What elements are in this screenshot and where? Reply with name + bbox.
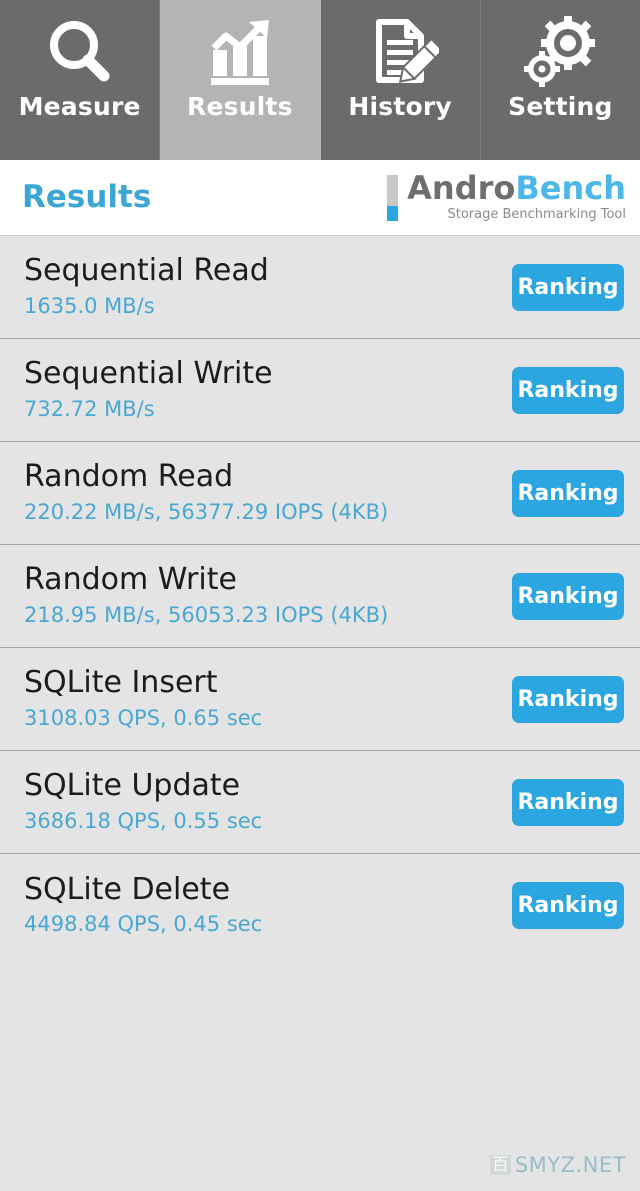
ranking-button[interactable]: Ranking <box>512 778 624 826</box>
result-row-random-write[interactable]: Random Write 218.95 MB/s, 56053.23 IOPS … <box>0 545 640 648</box>
result-name: SQLite Delete <box>24 871 231 907</box>
page-header: Results AndroBench Storage Benchmarking … <box>0 160 640 236</box>
result-value: 1635.0 MB/s <box>24 293 155 318</box>
ranking-button[interactable]: Ranking <box>512 366 624 414</box>
androbench-logo: AndroBench Storage Benchmarking Tool <box>387 172 626 222</box>
result-name: Sequential Write <box>24 356 273 392</box>
result-texts: Sequential Read 1635.0 MB/s <box>24 254 269 320</box>
result-name: SQLite Insert <box>24 665 218 701</box>
androbench-app: Measure Results History Setting Results … <box>0 0 640 1191</box>
result-value: 220.22 MB/s, 56377.29 IOPS (4KB) <box>24 499 389 524</box>
logo-wordmark: AndroBench <box>407 172 626 206</box>
result-name: SQLite Update <box>24 768 241 804</box>
logo-bench-text: Bench <box>515 169 626 208</box>
result-row-random-read[interactable]: Random Read 220.22 MB/s, 56377.29 IOPS (… <box>0 442 640 545</box>
watermark-badge-icon: 百 <box>489 1155 511 1175</box>
tab-measure-label: Measure <box>18 92 141 121</box>
ranking-button[interactable]: Ranking <box>512 263 624 311</box>
main-tabbar: Measure Results History Setting <box>0 0 640 160</box>
result-name: Random Write <box>24 562 237 598</box>
page-title: Results <box>22 179 152 215</box>
result-row-sequential-write[interactable]: Sequential Write 732.72 MB/s Ranking <box>0 339 640 442</box>
tab-history[interactable]: History <box>320 0 481 160</box>
ranking-button[interactable]: Ranking <box>512 572 624 620</box>
result-name: Random Read <box>24 459 234 495</box>
result-texts: SQLite Insert 3108.03 QPS, 0.65 sec <box>24 666 262 732</box>
result-value: 3108.03 QPS, 0.65 sec <box>24 705 263 730</box>
logo-bar-top-segment <box>387 175 399 207</box>
tab-setting-label: Setting <box>508 92 613 121</box>
result-value: 4498.84 QPS, 0.45 sec <box>24 912 263 937</box>
result-texts: Sequential Write 732.72 MB/s <box>24 357 273 423</box>
watermark-text: SMYZ.NET <box>514 1152 626 1177</box>
result-value: 732.72 MB/s <box>24 396 155 421</box>
result-name: Sequential Read <box>24 253 269 289</box>
result-texts: Random Read 220.22 MB/s, 56377.29 IOPS (… <box>24 460 388 526</box>
result-row-sqlite-update[interactable]: SQLite Update 3686.18 QPS, 0.55 sec Rank… <box>0 751 640 854</box>
result-row-sequential-read[interactable]: Sequential Read 1635.0 MB/s Ranking <box>0 236 640 339</box>
tab-results[interactable]: Results <box>160 0 321 160</box>
ranking-button[interactable]: Ranking <box>512 882 624 929</box>
tab-results-label: Results <box>187 92 293 121</box>
document-pencil-icon <box>361 14 440 92</box>
tab-measure[interactable]: Measure <box>0 0 161 160</box>
result-value: 218.95 MB/s, 56053.23 IOPS (4KB) <box>24 602 389 627</box>
bar-chart-trend-icon <box>201 14 279 92</box>
ranking-button[interactable]: Ranking <box>512 469 624 517</box>
logo-bar-bottom-segment <box>387 206 399 222</box>
magnifier-icon <box>41 14 119 92</box>
result-texts: Random Write 218.95 MB/s, 56053.23 IOPS … <box>24 563 388 629</box>
ranking-button[interactable]: Ranking <box>512 675 624 723</box>
tab-setting[interactable]: Setting <box>480 0 640 160</box>
footer-area: 百 SMYZ.NET <box>0 1139 640 1191</box>
result-texts: SQLite Delete 4498.84 QPS, 0.45 sec <box>24 871 263 939</box>
logo-subtitle: Storage Benchmarking Tool <box>447 207 626 222</box>
logo-andro-text: Andro <box>407 169 516 208</box>
result-row-sqlite-delete[interactable]: SQLite Delete 4498.84 QPS, 0.45 sec Rank… <box>0 854 640 957</box>
results-list: Sequential Read 1635.0 MB/s Ranking Sequ… <box>0 236 640 1139</box>
tab-history-label: History <box>348 92 452 121</box>
watermark: 百 SMYZ.NET <box>489 1152 626 1177</box>
gears-icon <box>521 14 599 92</box>
logo-bar-icon <box>387 175 399 222</box>
logo-text-group: AndroBench Storage Benchmarking Tool <box>407 172 626 222</box>
result-texts: SQLite Update 3686.18 QPS, 0.55 sec <box>24 769 262 835</box>
result-value: 3686.18 QPS, 0.55 sec <box>24 808 263 833</box>
result-row-sqlite-insert[interactable]: SQLite Insert 3108.03 QPS, 0.65 sec Rank… <box>0 648 640 751</box>
